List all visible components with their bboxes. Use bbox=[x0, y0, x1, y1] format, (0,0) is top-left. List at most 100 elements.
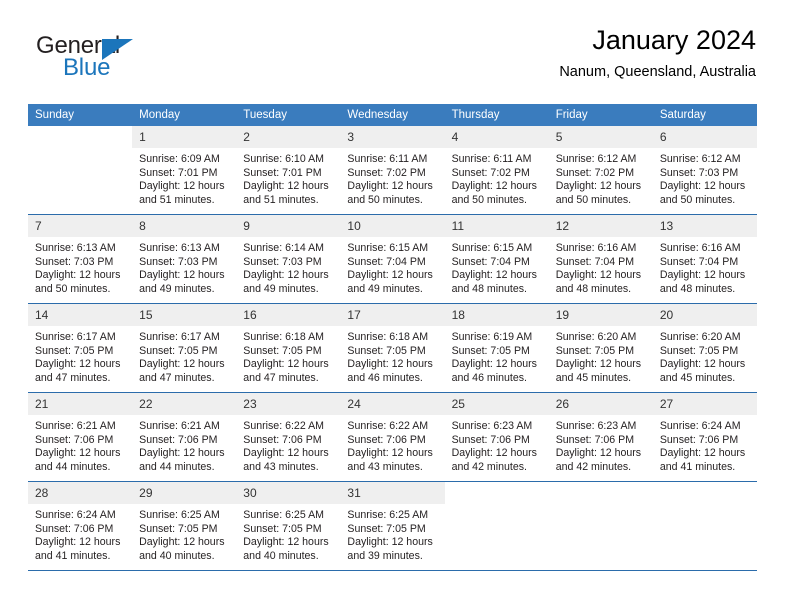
calendar-day-cell[interactable]: 12 Sunrise: 6:16 AM Sunset: 7:04 PM Dayligh… bbox=[548, 215, 653, 304]
calendar-day-cell[interactable]: 10 Sunrise: 6:15 AM Sunset: 7:04 PM Dayligh… bbox=[340, 215, 445, 304]
daylight-text: Daylight: 12 hours bbox=[139, 447, 225, 460]
page-subtitle: Nanum, Queensland, Australia bbox=[559, 64, 756, 80]
sunrise-text: Sunrise: 6:23 AM bbox=[451, 420, 533, 432]
calendar-day-cell[interactable]: 5 Sunrise: 6:12 AM Sunset: 7:02 PM Daylight… bbox=[548, 126, 653, 215]
day-number: 26 bbox=[548, 393, 653, 415]
calendar-cell-empty bbox=[548, 482, 653, 571]
week-separator-cell bbox=[236, 570, 341, 571]
daylight-text: Daylight: 12 hours bbox=[659, 269, 746, 282]
week-separator-cell bbox=[444, 570, 549, 571]
calendar-day-cell[interactable]: 15 Sunrise: 6:17 AM Sunset: 7:05 PM Dayligh… bbox=[132, 304, 237, 393]
day-number: 30 bbox=[236, 482, 341, 504]
sunset-text: Sunset: 7:04 PM bbox=[347, 255, 426, 268]
daylight-text: Daylight: 12 hours bbox=[347, 269, 433, 282]
sunset-text: Sunset: 7:05 PM bbox=[347, 522, 426, 535]
day-number: 24 bbox=[340, 393, 445, 415]
daylight-text-cont: and 42 minutes. bbox=[555, 460, 632, 473]
day-number: 7 bbox=[28, 215, 133, 237]
sunset-text: Sunset: 7:05 PM bbox=[451, 344, 530, 357]
day-number: 28 bbox=[28, 482, 133, 504]
day-number: 13 bbox=[652, 215, 757, 237]
daylight-text-cont: and 50 minutes. bbox=[555, 193, 632, 206]
calendar-day-cell[interactable]: 23 Sunrise: 6:22 AM Sunset: 7:06 PM Dayligh… bbox=[236, 393, 341, 482]
daylight-text: Daylight: 12 hours bbox=[35, 269, 121, 282]
daylight-text-cont: and 49 minutes. bbox=[347, 282, 423, 295]
calendar-page: General Blue January 2024 Nanum, Queensl… bbox=[0, 0, 792, 612]
day-number bbox=[652, 482, 757, 504]
calendar-day-cell[interactable]: 6 Sunrise: 6:12 AM Sunset: 7:03 PM Daylight… bbox=[652, 126, 757, 215]
daylight-text: Daylight: 12 hours bbox=[659, 447, 746, 460]
calendar-day-cell[interactable]: 17 Sunrise: 6:18 AM Sunset: 7:05 PM Dayligh… bbox=[340, 304, 445, 393]
calendar-day-cell[interactable]: 31 Sunrise: 6:25 AM Sunset: 7:05 PM Dayligh… bbox=[340, 482, 445, 571]
calendar-day-cell[interactable]: 30 Sunrise: 6:25 AM Sunset: 7:05 PM Dayligh… bbox=[236, 482, 341, 571]
daylight-text-cont: and 50 minutes. bbox=[659, 193, 736, 206]
sunrise-text: Sunrise: 6:21 AM bbox=[35, 420, 116, 432]
sunset-text: Sunset: 7:05 PM bbox=[243, 522, 322, 535]
weekday-header-tuesday: Tuesday bbox=[236, 104, 341, 126]
calendar-day-cell[interactable]: 11 Sunrise: 6:15 AM Sunset: 7:04 PM Dayligh… bbox=[444, 215, 549, 304]
calendar-day-cell[interactable]: 13 Sunrise: 6:16 AM Sunset: 7:04 PM Dayligh… bbox=[652, 215, 757, 304]
sunset-text: Sunset: 7:05 PM bbox=[243, 344, 322, 357]
calendar-day-cell[interactable]: 22 Sunrise: 6:21 AM Sunset: 7:06 PM Dayligh… bbox=[132, 393, 237, 482]
calendar-day-cell[interactable]: 1 Sunrise: 6:09 AM Sunset: 7:01 PM Daylight… bbox=[132, 126, 237, 215]
calendar-day-cell[interactable]: 8 Sunrise: 6:13 AM Sunset: 7:03 PM Daylight… bbox=[132, 215, 237, 304]
calendar-day-cell[interactable]: 21 Sunrise: 6:21 AM Sunset: 7:06 PM Dayligh… bbox=[28, 393, 133, 482]
day-details: Sunrise: 6:23 AM Sunset: 7:06 PM Daylight:… bbox=[445, 415, 549, 474]
day-number: 12 bbox=[548, 215, 653, 237]
calendar-day-cell[interactable]: 20 Sunrise: 6:20 AM Sunset: 7:05 PM Dayligh… bbox=[652, 304, 757, 393]
calendar-day-cell[interactable]: 4 Sunrise: 6:11 AM Sunset: 7:02 PM Daylight… bbox=[444, 126, 549, 215]
daylight-text: Daylight: 12 hours bbox=[139, 180, 225, 193]
sunrise-text: Sunrise: 6:12 AM bbox=[555, 153, 637, 165]
calendar-day-cell[interactable]: 2 Sunrise: 6:10 AM Sunset: 7:01 PM Daylight… bbox=[236, 126, 341, 215]
sunset-text: Sunset: 7:06 PM bbox=[451, 433, 530, 446]
day-details: Sunrise: 6:19 AM Sunset: 7:05 PM Daylight:… bbox=[445, 326, 549, 385]
calendar-day-cell[interactable]: 18 Sunrise: 6:19 AM Sunset: 7:05 PM Dayligh… bbox=[444, 304, 549, 393]
calendar-day-cell[interactable]: 7 Sunrise: 6:13 AM Sunset: 7:03 PM Daylight… bbox=[28, 215, 133, 304]
day-number: 2 bbox=[236, 126, 341, 148]
weekday-header-monday: Monday bbox=[132, 104, 237, 126]
day-details: Sunrise: 6:17 AM Sunset: 7:05 PM Daylight:… bbox=[132, 326, 236, 385]
daylight-text-cont: and 48 minutes. bbox=[451, 282, 527, 295]
day-number: 4 bbox=[444, 126, 549, 148]
day-number: 6 bbox=[652, 126, 757, 148]
calendar-day-cell[interactable]: 9 Sunrise: 6:14 AM Sunset: 7:03 PM Daylight… bbox=[236, 215, 341, 304]
calendar-table: Sunday Monday Tuesday Wednesday Thursday… bbox=[28, 104, 757, 571]
sunset-text: Sunset: 7:04 PM bbox=[555, 255, 635, 268]
calendar-day-cell[interactable]: 14 Sunrise: 6:17 AM Sunset: 7:05 PM Dayligh… bbox=[28, 304, 133, 393]
sunrise-text: Sunrise: 6:16 AM bbox=[659, 242, 741, 254]
daylight-text-cont: and 43 minutes. bbox=[347, 460, 423, 473]
calendar-day-cell[interactable]: 25 Sunrise: 6:23 AM Sunset: 7:06 PM Dayligh… bbox=[444, 393, 549, 482]
calendar-day-cell[interactable]: 28 Sunrise: 6:24 AM Sunset: 7:06 PM Dayligh… bbox=[28, 482, 133, 571]
day-number: 9 bbox=[236, 215, 341, 237]
calendar-day-cell[interactable]: 3 Sunrise: 6:11 AM Sunset: 7:02 PM Daylight… bbox=[340, 126, 445, 215]
day-number bbox=[28, 126, 133, 148]
calendar-day-cell[interactable]: 16 Sunrise: 6:18 AM Sunset: 7:05 PM Dayligh… bbox=[236, 304, 341, 393]
calendar-day-cell[interactable]: 27 Sunrise: 6:24 AM Sunset: 7:06 PM Dayligh… bbox=[652, 393, 757, 482]
sunset-text: Sunset: 7:02 PM bbox=[555, 166, 635, 179]
calendar-day-cell[interactable]: 29 Sunrise: 6:25 AM Sunset: 7:05 PM Dayligh… bbox=[132, 482, 237, 571]
daylight-text-cont: and 48 minutes. bbox=[555, 282, 632, 295]
day-details: Sunrise: 6:11 AM Sunset: 7:02 PM Daylight:… bbox=[340, 148, 444, 207]
calendar-day-cell[interactable]: 24 Sunrise: 6:22 AM Sunset: 7:06 PM Dayligh… bbox=[340, 393, 445, 482]
daylight-text: Daylight: 12 hours bbox=[555, 447, 642, 460]
sunset-text: Sunset: 7:02 PM bbox=[451, 166, 530, 179]
day-details: Sunrise: 6:13 AM Sunset: 7:03 PM Daylight:… bbox=[132, 237, 236, 296]
sunrise-text: Sunrise: 6:17 AM bbox=[139, 331, 220, 343]
daylight-text-cont: and 47 minutes. bbox=[35, 371, 111, 384]
daylight-text: Daylight: 12 hours bbox=[243, 536, 329, 549]
calendar-day-cell[interactable]: 19 Sunrise: 6:20 AM Sunset: 7:05 PM Dayligh… bbox=[548, 304, 653, 393]
day-details: Sunrise: 6:20 AM Sunset: 7:05 PM Daylight:… bbox=[549, 326, 653, 385]
calendar-week-row: 28 Sunrise: 6:24 AM Sunset: 7:06 PM Dayligh… bbox=[28, 482, 757, 571]
day-details: Sunrise: 6:12 AM Sunset: 7:02 PM Daylight:… bbox=[549, 148, 653, 207]
daylight-text: Daylight: 12 hours bbox=[243, 269, 329, 282]
brand-logo[interactable]: General Blue bbox=[28, 30, 258, 90]
sunrise-text: Sunrise: 6:25 AM bbox=[243, 509, 324, 521]
daylight-text: Daylight: 12 hours bbox=[243, 180, 329, 193]
sunrise-text: Sunrise: 6:18 AM bbox=[243, 331, 324, 343]
page-header: General Blue January 2024 Nanum, Queensl… bbox=[28, 24, 756, 98]
daylight-text: Daylight: 12 hours bbox=[451, 269, 537, 282]
calendar-day-cell[interactable]: 26 Sunrise: 6:23 AM Sunset: 7:06 PM Dayligh… bbox=[548, 393, 653, 482]
day-number: 8 bbox=[132, 215, 237, 237]
sunrise-text: Sunrise: 6:11 AM bbox=[451, 153, 532, 165]
sunset-text: Sunset: 7:03 PM bbox=[139, 255, 218, 268]
